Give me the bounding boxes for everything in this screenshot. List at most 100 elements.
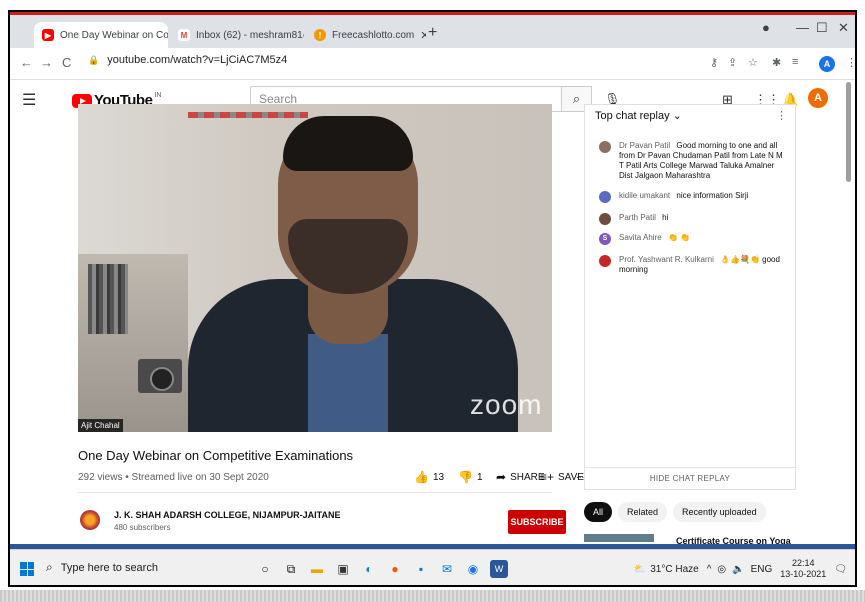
dislike-button[interactable]: 👎 1	[458, 470, 483, 484]
youtube-favicon-icon: ▶	[42, 29, 54, 41]
chip-all[interactable]: All	[584, 502, 613, 522]
bottom-pattern-bar	[0, 590, 865, 602]
tab-youtube[interactable]: ▶ One Day Webinar on Compe 🔊 ✕	[34, 22, 168, 48]
video-title: One Day Webinar on Competitive Examinati…	[78, 448, 354, 463]
search-icon: ⌕	[572, 91, 581, 106]
task-view-icon[interactable]: ⧉	[282, 560, 300, 578]
presenter-name-tag: Ajit Chahal	[78, 419, 123, 432]
windows-taskbar: ⌕ Type here to search ○ ⧉ ▬ ▣ ◐ ● ▪ ✉ ◉ …	[10, 549, 855, 585]
chat-mode-dropdown[interactable]: Top chat replay ⌄	[595, 109, 682, 122]
key-icon[interactable]: ⚷	[710, 56, 718, 69]
clock[interactable]: 22:14 13-10-2021	[780, 558, 826, 580]
thumbs-down-icon: 👎	[458, 470, 473, 484]
zoom-watermark: zoom	[470, 389, 543, 420]
weather-text[interactable]: 31°C Haze	[650, 564, 698, 575]
account-avatar[interactable]: A	[808, 88, 828, 108]
video-frame-shelf	[188, 112, 308, 118]
chat-avatar	[599, 213, 611, 225]
url-text: youtube.com/watch?v=LjCiAC7M5z4	[107, 54, 288, 66]
volume-icon[interactable]: 🔈	[732, 564, 744, 575]
video-player[interactable]: zoom Ajit Chahal	[78, 104, 552, 432]
app-icon[interactable]: ▪	[412, 560, 430, 578]
close-tab-icon[interactable]: ✕	[414, 29, 426, 42]
word-icon[interactable]: W	[490, 560, 508, 578]
close-window-icon[interactable]: ✕	[838, 20, 849, 36]
tab-gmail[interactable]: M Inbox (62) - meshram81@gmail. ✕	[170, 22, 304, 48]
divider	[78, 492, 552, 493]
video-frame-books	[88, 264, 128, 334]
store-icon[interactable]: ▣	[334, 560, 352, 578]
subscribe-button[interactable]: SUBSCRIBE	[508, 510, 566, 534]
chat-avatar: S	[599, 233, 611, 245]
forward-icon[interactable]: →	[40, 55, 53, 70]
playlist-add-icon: ≡+	[540, 470, 555, 484]
chat-message: Prof. Yashwant R. Kulkarni 👌👍💐👏 good mor…	[599, 255, 789, 275]
tab-title: Freecashlotto.com	[332, 29, 415, 41]
reload-icon[interactable]: C	[62, 55, 71, 70]
share-button[interactable]: ➦ SHARE	[496, 470, 545, 484]
presenter-hair	[283, 116, 413, 171]
taskbar-search[interactable]: ⌕ Type here to search	[46, 560, 158, 575]
gmail-favicon-icon: M	[178, 29, 190, 41]
like-button[interactable]: 👍 13	[414, 470, 444, 484]
back-icon[interactable]: ←	[20, 55, 33, 70]
chat-replay-panel: Top chat replay ⌄ ⋮ Dr Pavan Patil Good …	[584, 104, 796, 490]
firefox-icon[interactable]: ●	[386, 560, 404, 578]
profile-indicator-icon[interactable]: ●	[762, 20, 770, 35]
chevron-down-icon: ⌄	[672, 110, 682, 122]
tab-title: Inbox (62) - meshram81@gmail.	[196, 29, 304, 41]
new-tab-button[interactable]: +	[428, 24, 437, 42]
file-explorer-icon[interactable]: ▬	[308, 560, 326, 578]
video-frame-camera	[138, 359, 182, 393]
url-field[interactable]: 🔒 youtube.com/watch?v=LjCiAC7M5z4	[88, 54, 287, 66]
address-bar: ← → C 🔒 youtube.com/watch?v=LjCiAC7M5z4 …	[10, 48, 855, 80]
chip-related[interactable]: Related	[618, 502, 668, 522]
network-icon[interactable]: ◎	[717, 564, 726, 575]
chat-avatar	[599, 255, 611, 267]
chat-avatar	[599, 141, 611, 153]
subscriber-count: 480 subscribers	[114, 523, 171, 532]
share-arrow-icon: ➦	[496, 470, 507, 484]
mail-icon[interactable]: ✉	[438, 560, 456, 578]
search-icon: ⌕	[46, 560, 53, 574]
cortana-icon[interactable]: ○	[256, 560, 274, 578]
menu-icon[interactable]: ☰	[22, 90, 36, 110]
hide-chat-replay-button[interactable]: HIDE CHAT REPLAY	[585, 467, 795, 489]
bookmark-star-icon[interactable]: ☆	[748, 56, 758, 69]
maximize-icon[interactable]: ☐	[816, 20, 828, 36]
recommendation-thumbnail[interactable]	[584, 534, 654, 542]
language-indicator[interactable]: ENG	[751, 564, 773, 575]
windows-start-icon[interactable]	[20, 562, 34, 576]
chat-avatar	[599, 191, 611, 203]
recommendation-chips: All Related Recently uploaded	[584, 502, 766, 522]
browser-profile-avatar[interactable]: A	[819, 56, 835, 72]
thumbs-up-icon: 👍	[414, 470, 429, 484]
browser-menu-icon[interactable]: ⋮	[846, 56, 855, 69]
screen-frame: ▶ One Day Webinar on Compe 🔊 ✕ M Inbox (…	[8, 10, 857, 587]
presenter-shirt	[308, 334, 388, 432]
lock-icon: 🔒	[88, 54, 100, 65]
chat-message: S Savita Ahire 👏 👏	[599, 233, 789, 245]
chat-menu-icon[interactable]: ⋮	[776, 109, 787, 122]
page-scrollbar[interactable]	[846, 82, 851, 182]
freecashlotto-favicon-icon: !	[314, 29, 326, 41]
tab-title: One Day Webinar on Compe	[60, 29, 168, 41]
chat-message: kidile umakant nice information Sirji	[599, 191, 789, 203]
extensions-icon[interactable]: ✱	[772, 56, 781, 69]
notification-center-icon[interactable]: 🗨	[834, 564, 847, 575]
weather-icon: ⛅	[633, 563, 647, 575]
chip-recently-uploaded[interactable]: Recently uploaded	[673, 502, 766, 522]
chrome-icon[interactable]: ◉	[464, 560, 482, 578]
chat-message: Parth Patil hi	[599, 213, 789, 225]
tab-freecashlotto[interactable]: ! Freecashlotto.com ✕	[306, 22, 426, 48]
edge-icon[interactable]: ◐	[360, 560, 378, 578]
video-meta: 292 views • Streamed live on 30 Sept 202…	[78, 472, 269, 483]
channel-logo[interactable]	[80, 510, 100, 530]
share-page-icon[interactable]: ⇪	[728, 56, 737, 69]
reading-list-icon[interactable]: ≡	[792, 56, 798, 68]
minimize-icon[interactable]: —	[796, 20, 809, 35]
channel-name[interactable]: J. K. SHAH ADARSH COLLEGE, NIJAMPUR-JAIT…	[114, 510, 341, 520]
chevron-up-icon[interactable]: ^	[707, 564, 712, 575]
browser-tab-strip: ▶ One Day Webinar on Compe 🔊 ✕ M Inbox (…	[10, 15, 855, 48]
chat-message: Dr Pavan Patil Good morning to one and a…	[599, 141, 789, 181]
